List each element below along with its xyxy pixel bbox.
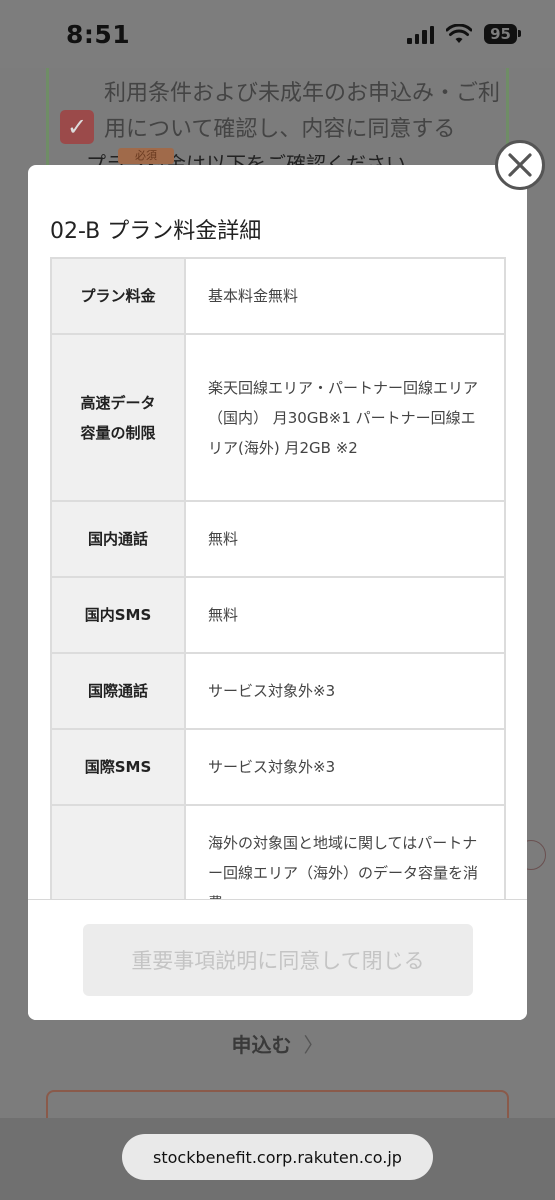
status-bar: 8:51 95 (0, 0, 555, 68)
apply-button-label: 申込む (231, 1032, 292, 1057)
row-value: 基本料金無料 (184, 257, 506, 335)
status-icons: 95 (407, 24, 521, 44)
plan-details-modal: 02-B プラン料金詳細 プラン料金 基本料金無料 高速データ容量の制限 楽天回… (28, 165, 527, 1020)
chevron-right-icon: 〉 (303, 1032, 324, 1057)
address-bar[interactable]: stockbenefit.corp.rakuten.co.jp (122, 1134, 433, 1180)
table-row: 国内SMS 無料 (50, 576, 506, 654)
modal-footer: 重要事項説明に同意して閉じる (28, 899, 527, 1020)
row-label: 国際SMS (50, 728, 186, 806)
row-value: 楽天回線エリア・パートナー回線エリア（国内） 月30GB※1 パートナー回線エリ… (184, 333, 506, 502)
close-modal-button[interactable] (495, 140, 545, 190)
plan-details-table: プラン料金 基本料金無料 高速データ容量の制限 楽天回線エリア・パートナー回線エ… (50, 257, 506, 899)
row-value: サービス対象外※3 (184, 728, 506, 806)
required-badge: 必須 (118, 148, 174, 164)
browser-bottom-bar: stockbenefit.corp.rakuten.co.jp (0, 1118, 555, 1200)
close-icon (508, 153, 532, 177)
table-row: 海外の対象国と地域に関してはパートナー回線エリア（海外）のデータ容量を消費 (50, 804, 506, 899)
row-value: 無料 (184, 500, 506, 578)
battery-icon: 95 (484, 24, 521, 44)
row-label (50, 804, 186, 899)
table-row: 高速データ容量の制限 楽天回線エリア・パートナー回線エリア（国内） 月30GB※… (50, 333, 506, 502)
plan-table-scroll[interactable]: プラン料金 基本料金無料 高速データ容量の制限 楽天回線エリア・パートナー回線エ… (50, 257, 506, 899)
table-row: 国際SMS サービス対象外※3 (50, 728, 506, 806)
wifi-icon (446, 24, 473, 43)
row-value: 海外の対象国と地域に関してはパートナー回線エリア（海外）のデータ容量を消費 (184, 804, 506, 899)
row-value: サービス対象外※3 (184, 652, 506, 730)
status-time: 8:51 (66, 20, 131, 49)
table-row: 国内通話 無料 (50, 500, 506, 578)
terms-checkbox[interactable]: ✓ (60, 110, 94, 144)
apply-button[interactable]: 申込む 〉 (46, 1018, 509, 1068)
cellular-signal-icon (407, 24, 435, 44)
row-label: 国内SMS (50, 576, 186, 654)
row-label: 国内通話 (50, 500, 186, 578)
table-row: 国際通話 サービス対象外※3 (50, 652, 506, 730)
row-label-text: 高速データ容量の制限 (80, 393, 156, 442)
table-row: プラン料金 基本料金無料 (50, 257, 506, 335)
agree-and-close-button[interactable]: 重要事項説明に同意して閉じる (83, 924, 473, 996)
row-value: 無料 (184, 576, 506, 654)
row-label: プラン料金 (50, 257, 186, 335)
row-label: 国際通話 (50, 652, 186, 730)
modal-title: 02-B プラン料金詳細 (50, 219, 262, 244)
terms-agreement-text: 利用条件および未成年のお申込み・ご利用について確認し、内容に同意する (104, 81, 501, 142)
row-label: 高速データ容量の制限 (50, 333, 186, 502)
